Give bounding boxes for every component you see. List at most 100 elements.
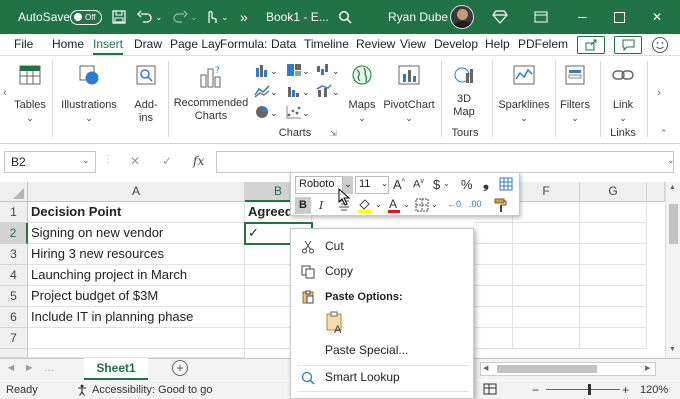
name-box-dropdown-icon[interactable]: ⌄ xyxy=(82,155,90,166)
redo-dropdown-icon[interactable]: ⌄ xyxy=(190,0,198,34)
pie-chart-dropdown-icon[interactable]: ⌄ xyxy=(270,107,278,120)
borders-dropdown-icon[interactable]: ⌄ xyxy=(431,200,438,209)
charts-dialog-launcher-icon[interactable]: ⇲ xyxy=(330,127,337,140)
autosave-toggle[interactable]: Off xyxy=(70,0,102,34)
scroll-right-icon[interactable]: ▶ xyxy=(645,364,650,372)
hierarchy-chart-icon[interactable] xyxy=(286,63,302,77)
cell-f2[interactable] xyxy=(513,223,580,244)
tab-timeline[interactable]: Timeline xyxy=(304,37,349,51)
cell-e6[interactable] xyxy=(474,307,513,328)
tab-home[interactable]: Home xyxy=(52,37,84,51)
line-chart-icon[interactable] xyxy=(254,84,270,98)
accessibility-icon[interactable] xyxy=(76,384,88,399)
row-header-1[interactable]: 1 xyxy=(0,202,28,223)
touch-mode-icon[interactable] xyxy=(204,0,218,34)
tab-page-layout[interactable]: Page Lay xyxy=(170,37,221,51)
cell-f3[interactable] xyxy=(513,244,580,265)
column-chart-dropdown-icon[interactable]: ⌄ xyxy=(270,65,278,78)
cell-a6[interactable]: Include IT in planning phase xyxy=(28,307,245,328)
touch-dropdown-icon[interactable]: ⌄ xyxy=(221,0,229,34)
row-header-3[interactable]: 3 xyxy=(0,244,28,265)
save-icon[interactable] xyxy=(112,0,126,34)
scroll-left-icon[interactable]: ◀ xyxy=(483,364,488,372)
avatar[interactable] xyxy=(450,0,474,34)
waterfall-chart-icon[interactable] xyxy=(316,63,332,77)
menu-item-cut[interactable]: Cut xyxy=(291,235,473,257)
zoom-slider[interactable] xyxy=(546,389,620,390)
scroll-down-icon[interactable]: ▼ xyxy=(669,346,676,353)
insert-function-icon[interactable]: fx xyxy=(193,154,204,168)
format-painter-icon[interactable] xyxy=(493,197,509,216)
cancel-entry-icon[interactable]: ✕ xyxy=(130,154,140,168)
search-icon[interactable] xyxy=(338,0,352,34)
cell-e5[interactable] xyxy=(474,286,513,307)
document-title[interactable]: Book1 - E... xyxy=(266,0,329,34)
accessibility-status[interactable]: Accessibility: Good to go xyxy=(92,384,212,396)
italic-button[interactable]: I xyxy=(319,199,323,212)
add-ins-button[interactable]: Add- ins xyxy=(126,61,166,137)
statistic-chart-dropdown-icon[interactable]: ⌄ xyxy=(302,86,310,99)
maps-button[interactable]: Maps ⌄ xyxy=(344,61,380,137)
bold-button[interactable]: B xyxy=(295,197,311,214)
expand-formula-bar-icon[interactable]: ⌄ xyxy=(667,155,675,166)
formula-input[interactable] xyxy=(216,151,674,173)
sparklines-button[interactable]: Sparklines ⌄ xyxy=(496,61,552,137)
tables-button[interactable]: Tables ⌄ xyxy=(12,61,48,137)
cell-e4[interactable] xyxy=(474,265,513,286)
sheet-more-icon[interactable]: … xyxy=(44,363,54,374)
select-all-button[interactable] xyxy=(0,182,28,202)
fill-color-icon[interactable] xyxy=(357,197,373,216)
next-sheet-icon[interactable]: ▶ xyxy=(26,363,32,372)
font-size-dropdown-icon[interactable]: ⌄ xyxy=(381,179,388,188)
cell-a3[interactable]: Hiring 3 new resources xyxy=(28,244,245,265)
tab-data[interactable]: Data xyxy=(271,37,296,51)
zoom-slider-thumb[interactable] xyxy=(588,384,591,395)
ribbon-display-icon[interactable] xyxy=(534,0,548,34)
horizontal-scrollbar[interactable]: ◀ ▶ xyxy=(480,362,656,376)
zoom-in-button[interactable]: + xyxy=(622,383,629,397)
currency-dropdown-icon[interactable]: ⌄ xyxy=(443,179,450,188)
tab-insert[interactable]: Insert xyxy=(93,37,124,55)
tab-review[interactable]: Review xyxy=(356,37,395,51)
recommended-charts-button[interactable]: ? Recommended Charts xyxy=(172,61,250,137)
undo-icon[interactable] xyxy=(137,0,153,34)
prev-sheet-icon[interactable]: ◀ xyxy=(8,363,14,372)
font-color-dropdown-icon[interactable]: ⌄ xyxy=(403,200,410,209)
line-chart-dropdown-icon[interactable]: ⌄ xyxy=(270,86,278,99)
undo-dropdown-icon[interactable]: ⌄ xyxy=(155,0,163,34)
decrease-decimal-button[interactable]: .00 xyxy=(469,199,482,209)
tab-formulas[interactable]: Formula: xyxy=(220,37,267,51)
cell-g3[interactable] xyxy=(580,244,647,265)
borders-icon[interactable] xyxy=(415,198,429,215)
cell-g4[interactable] xyxy=(580,265,647,286)
cell-f5[interactable] xyxy=(513,286,580,307)
enter-entry-icon[interactable]: ✓ xyxy=(162,154,172,168)
row-header-4[interactable]: 4 xyxy=(0,265,28,286)
column-header-a[interactable]: A xyxy=(28,182,245,202)
cell-g2[interactable] xyxy=(580,223,647,244)
zoom-level[interactable]: 120% xyxy=(640,384,668,396)
cell-e7[interactable] xyxy=(474,328,513,349)
cell-a4[interactable]: Launching project in March xyxy=(28,265,245,286)
scroll-up-icon[interactable]: ▲ xyxy=(669,184,676,191)
column-header-h[interactable] xyxy=(647,182,665,202)
tab-developer[interactable]: Develop xyxy=(434,37,478,51)
sheet-tab-sheet1[interactable]: Sheet1 xyxy=(84,358,148,380)
hierarchy-chart-dropdown-icon[interactable]: ⌄ xyxy=(302,65,310,78)
zoom-out-button[interactable]: − xyxy=(532,383,539,397)
cell-a2[interactable]: Signing on new vendor xyxy=(28,223,245,244)
cell-g1[interactable] xyxy=(580,202,647,223)
horizontal-scroll-thumb[interactable] xyxy=(497,365,597,373)
increase-font-size-button[interactable]: A^ xyxy=(393,177,405,192)
user-name[interactable]: Ryan Dube xyxy=(388,0,448,34)
comma-style-button[interactable]: ❟ xyxy=(483,175,489,192)
column-header-f[interactable]: F xyxy=(513,182,580,202)
row-header-2[interactable]: 2 xyxy=(0,223,28,244)
feedback-smiley-icon[interactable] xyxy=(651,36,669,54)
tab-file[interactable]: File xyxy=(14,37,33,51)
cell-e2[interactable] xyxy=(474,223,513,244)
font-color-icon[interactable]: A xyxy=(387,197,401,216)
redo-icon[interactable] xyxy=(172,0,188,34)
ribbon-scroll-right-icon[interactable]: › xyxy=(652,87,666,100)
tab-view[interactable]: View xyxy=(400,37,426,51)
